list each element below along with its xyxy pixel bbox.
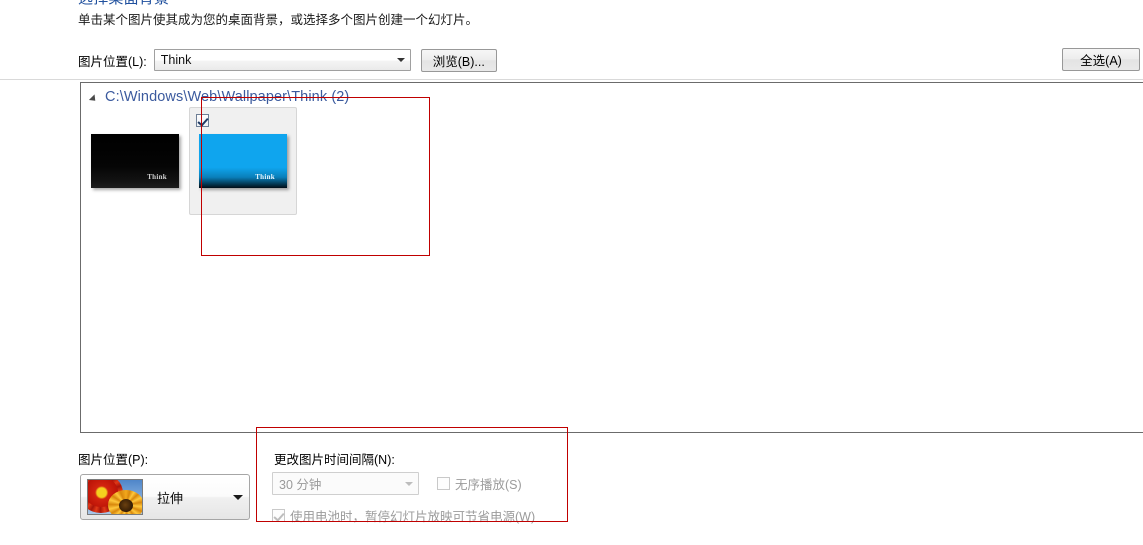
- wallpaper-item-think-blue[interactable]: Think: [189, 107, 297, 215]
- think-logo-text: Think: [255, 173, 275, 181]
- picture-position-dropdown[interactable]: 拉伸: [80, 474, 250, 520]
- chevron-down-icon: [393, 50, 410, 70]
- picture-location-label: 图片位置(L):: [78, 54, 147, 69]
- page-description: 单击某个图片使其成为您的桌面背景，或选择多个图片创建一个幻灯片。: [78, 13, 479, 27]
- shuffle-label: 无序播放(S): [455, 478, 522, 492]
- battery-pause-checkbox-row[interactable]: 使用电池时，暂停幻灯片放映可节省电源(W): [272, 506, 535, 525]
- picture-position-label: 图片位置(P):: [78, 453, 149, 467]
- picture-location-value: Think: [160, 53, 192, 67]
- wallpaper-checkbox-checked[interactable]: [196, 114, 209, 127]
- wallpaper-group-path: C:\Windows\Web\Wallpaper\Think (2): [105, 89, 350, 105]
- select-all-button[interactable]: 全选(A): [1062, 48, 1140, 71]
- shuffle-checkbox-row[interactable]: 无序播放(S): [437, 474, 522, 493]
- battery-pause-label: 使用电池时，暂停幻灯片放映可节省电源(W): [290, 510, 536, 524]
- picture-position-value: 拉伸: [157, 490, 184, 506]
- change-interval-value: 30 分钟: [279, 478, 322, 492]
- browse-button[interactable]: 浏览(B)...: [420, 48, 497, 72]
- picture-location-dropdown[interactable]: Think: [153, 49, 411, 71]
- wallpaper-item-think-black[interactable]: Think: [81, 107, 189, 215]
- change-interval-label: 更改图片时间间隔(N):: [274, 453, 395, 467]
- wallpaper-list-panel[interactable]: C:\Windows\Web\Wallpaper\Think (2) Think…: [80, 82, 1143, 433]
- change-interval-dropdown[interactable]: 30 分钟: [272, 472, 419, 495]
- chevron-down-icon: [227, 495, 249, 500]
- page-title: 选择桌面背景: [78, 0, 169, 8]
- battery-pause-checkbox[interactable]: [272, 509, 285, 522]
- shuffle-checkbox[interactable]: [437, 477, 450, 490]
- picture-location-row: 图片位置(L): Think 浏览(B)...: [78, 48, 497, 72]
- wallpaper-group-header[interactable]: C:\Windows\Web\Wallpaper\Think (2): [90, 89, 349, 105]
- flowers-thumbnail-icon: [87, 479, 143, 515]
- think-logo-text: Think: [147, 173, 167, 181]
- wallpaper-thumbnail-strip: Think Think: [81, 107, 297, 215]
- toolbar-separator: [0, 79, 1143, 80]
- yellow-flower-center-icon: [119, 499, 133, 512]
- triangle-down-icon[interactable]: [90, 91, 102, 103]
- wallpaper-thumbnail-blue[interactable]: Think: [199, 134, 287, 188]
- chevron-down-icon: [400, 482, 418, 486]
- wallpaper-thumbnail-black[interactable]: Think: [91, 134, 179, 188]
